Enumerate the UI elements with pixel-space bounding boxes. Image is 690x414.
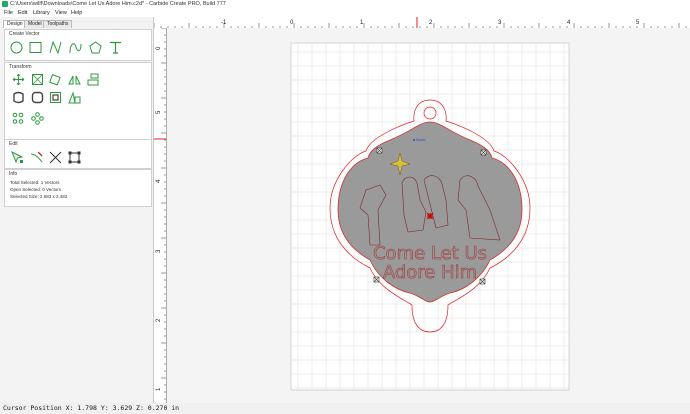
array-icon[interactable] bbox=[12, 112, 25, 125]
rectangle-icon[interactable] bbox=[29, 41, 42, 54]
circle-icon[interactable] bbox=[10, 41, 23, 54]
mirror-icon[interactable] bbox=[68, 73, 81, 86]
top-ruler-ticks: -1 0 1 2 3 4 5 bbox=[154, 17, 687, 28]
transform-title: Transform bbox=[9, 64, 32, 70]
handle-top-left[interactable] bbox=[376, 147, 383, 154]
top-ruler-label: 4 bbox=[567, 20, 571, 26]
tab-toolpaths[interactable]: Toolpaths bbox=[43, 20, 73, 28]
ornament-text-line2[interactable]: Adore Him bbox=[383, 262, 478, 284]
handle-bottom-left[interactable] bbox=[373, 276, 380, 283]
top-ruler-label: 3 bbox=[498, 20, 502, 26]
menu-view[interactable]: View bbox=[55, 10, 67, 16]
left-ruler-label: 1 bbox=[156, 387, 162, 391]
curve-icon[interactable] bbox=[69, 41, 82, 54]
move-icon[interactable] bbox=[12, 73, 25, 86]
circular-array-icon[interactable] bbox=[31, 112, 44, 125]
info-panel: Info Total Selected: 1 Vectors Open Sele… bbox=[4, 169, 152, 207]
info-total-selected: Total Selected: 1 Vectors bbox=[10, 180, 60, 185]
node-point[interactable] bbox=[413, 139, 415, 141]
menu-bar: File Edit Library View Help bbox=[0, 9, 690, 17]
handle-bottom-right[interactable] bbox=[479, 278, 486, 285]
join-icon[interactable] bbox=[68, 91, 81, 104]
fillet-icon[interactable] bbox=[31, 91, 44, 104]
menu-file[interactable]: File bbox=[4, 10, 13, 16]
offset-icon[interactable] bbox=[12, 91, 25, 104]
left-panel: Design Model Toolpaths Create Vector Tra… bbox=[0, 17, 154, 403]
cut-icon[interactable] bbox=[49, 151, 62, 164]
left-ruler-ticks: 5 4 3 2 1 0 bbox=[154, 28, 166, 400]
top-ruler-label: 2 bbox=[429, 20, 433, 26]
window-title: C:\Users\willf\Downloads\Come Let Us Ado… bbox=[10, 1, 226, 7]
canvas-drawing[interactable]: Come Let Us Adore Him Node bbox=[167, 28, 690, 403]
top-ruler-label: 5 bbox=[636, 20, 640, 26]
status-bar: Cursor Position X: 1.798 Y: 3.629 Z: 0.2… bbox=[0, 403, 690, 414]
design-canvas[interactable]: Come Let Us Adore Him Node bbox=[167, 28, 690, 403]
align-icon[interactable] bbox=[87, 73, 100, 86]
left-ruler: 5 4 3 2 1 0 bbox=[154, 28, 167, 403]
ornament-text-line1[interactable]: Come Let Us bbox=[373, 243, 488, 265]
menu-help[interactable]: Help bbox=[71, 10, 82, 16]
handle-top-right[interactable] bbox=[480, 149, 487, 156]
top-ruler-label: 0 bbox=[290, 20, 294, 26]
left-ruler-label: 0 bbox=[156, 46, 162, 50]
boolean-icon[interactable] bbox=[49, 91, 62, 104]
left-ruler-label: 3 bbox=[156, 249, 162, 253]
top-ruler-label: 1 bbox=[360, 20, 364, 26]
polyline-icon[interactable] bbox=[49, 41, 62, 54]
polygon-icon[interactable] bbox=[89, 41, 102, 54]
app-icon bbox=[2, 1, 8, 7]
text-icon[interactable] bbox=[109, 41, 122, 54]
trim-icon[interactable] bbox=[30, 151, 43, 164]
scale-icon[interactable] bbox=[31, 73, 44, 86]
selection-center-marker bbox=[426, 212, 434, 220]
title-bar: C:\Users\willf\Downloads\Come Let Us Ado… bbox=[0, 0, 690, 9]
left-ruler-label: 5 bbox=[156, 110, 162, 114]
cursor-position: Cursor Position X: 1.798 Y: 3.629 Z: 0.2… bbox=[3, 404, 180, 412]
info-title: Info bbox=[9, 171, 18, 177]
menu-edit[interactable]: Edit bbox=[18, 10, 27, 16]
left-ruler-label: 2 bbox=[156, 318, 162, 322]
node-edit-icon[interactable] bbox=[11, 151, 24, 164]
rotate-icon[interactable] bbox=[49, 73, 62, 86]
top-ruler-label: -1 bbox=[221, 20, 227, 26]
create-vector-title: Create Vector bbox=[9, 31, 40, 37]
menu-library[interactable]: Library bbox=[33, 10, 50, 16]
left-ruler-label: 4 bbox=[156, 179, 162, 183]
edit-title: Edit bbox=[9, 141, 18, 147]
transform-panel: Transform bbox=[4, 62, 152, 146]
node-label: Node bbox=[416, 137, 426, 142]
info-selected-size: Selected Size: 2.683 x 2.483 bbox=[10, 194, 68, 199]
edit-panel: Edit bbox=[4, 139, 152, 169]
info-open-selected: Open Selected: 0 Vectors bbox=[10, 187, 62, 192]
bounding-box-icon[interactable] bbox=[68, 151, 81, 164]
create-vector-panel: Create Vector bbox=[4, 29, 152, 61]
